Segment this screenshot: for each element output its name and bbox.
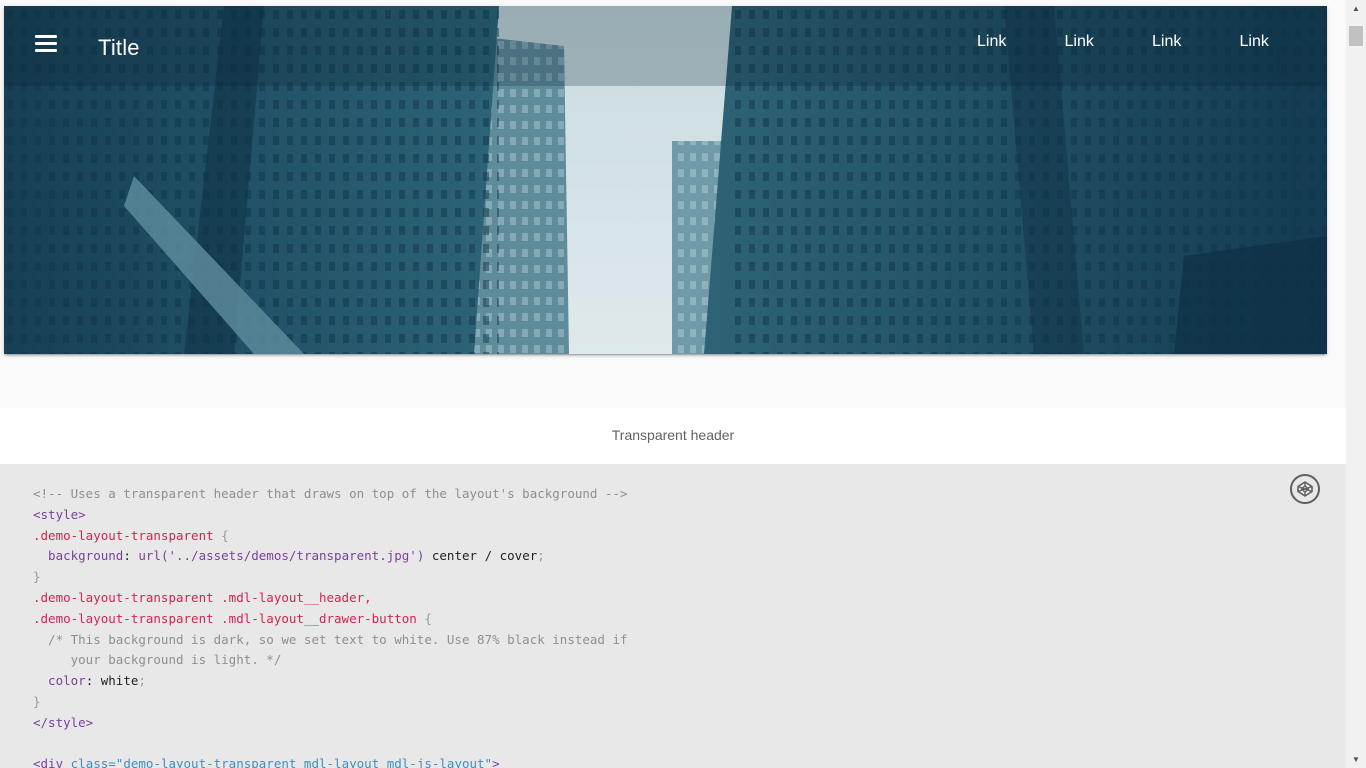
scroll-up-arrow-icon[interactable]: ▲ <box>1346 0 1366 17</box>
code-line: <style> <box>33 505 628 526</box>
code-token: ; <box>537 548 545 564</box>
code-line: } <box>33 692 628 713</box>
code-token: { <box>416 610 432 626</box>
code-token: .demo-layout-transparent .mdl-layout__he… <box>33 589 372 605</box>
code-token: url('../assets/demos/transparent.jpg') <box>138 548 425 564</box>
demo-caption: Transparent header <box>0 408 1346 464</box>
hamburger-menu-icon <box>35 35 57 38</box>
nav-link-3[interactable]: Link <box>1152 32 1240 64</box>
code-token: : white <box>85 673 139 689</box>
code-token: > <box>492 756 500 768</box>
code-line: <div class="demo-layout-transparent mdl-… <box>33 754 628 768</box>
code-block: <!-- Uses a transparent header that draw… <box>33 484 628 768</box>
scroll-down-arrow-icon[interactable]: ▼ <box>1346 751 1366 768</box>
code-token: } <box>33 693 41 709</box>
code-line: background: url('../assets/demos/transpa… <box>33 546 628 567</box>
hamburger-menu-icon-bar <box>35 49 57 52</box>
codepen-button[interactable] <box>1290 474 1320 504</box>
hamburger-menu-icon-bar <box>35 42 57 45</box>
code-token: : <box>123 548 139 564</box>
codepen-icon <box>1297 481 1313 497</box>
code-token: background <box>33 548 124 564</box>
layout-header: Title Link Link Link Link <box>4 6 1327 78</box>
code-line: color: white; <box>33 671 628 692</box>
demo-layout-transparent: Title Link Link Link Link <box>4 6 1327 354</box>
code-line: </style> <box>33 713 628 734</box>
code-token: .demo-layout-transparent .mdl-layout__dr… <box>33 610 417 626</box>
code-token: <style> <box>33 506 86 522</box>
code-snippet: <!-- Uses a transparent header that draw… <box>0 464 1346 768</box>
code-line: <!-- Uses a transparent header that draw… <box>33 484 628 505</box>
code-token: .demo-layout-transparent <box>33 527 214 543</box>
scrollbar-thumb[interactable] <box>1349 26 1363 46</box>
code-line: .demo-layout-transparent .mdl-layout__he… <box>33 588 628 609</box>
page: Title Link Link Link Link Transparent he… <box>0 0 1346 768</box>
code-token: /* This background is dark, so we set te… <box>33 631 628 647</box>
code-token: <!-- Uses a transparent header that draw… <box>33 486 628 501</box>
header-navigation: Link Link Link Link <box>977 32 1327 64</box>
nav-link-2[interactable]: Link <box>1065 32 1153 64</box>
code-token: center / cover <box>424 548 538 564</box>
code-token: } <box>33 569 41 585</box>
code-line: /* This background is dark, so we set te… <box>33 630 628 651</box>
code-line: your background is light. */ <box>33 650 628 671</box>
code-token: <div <box>33 756 71 768</box>
code-token: class="demo-layout-transparent mdl-layou… <box>70 756 493 768</box>
nav-link-4[interactable]: Link <box>1240 32 1328 64</box>
code-line: } <box>33 567 628 588</box>
code-line: .demo-layout-transparent .mdl-layout__dr… <box>33 609 628 630</box>
code-token: your background is light. */ <box>33 652 282 668</box>
nav-link-1[interactable]: Link <box>977 32 1065 64</box>
code-token: </style> <box>33 714 94 730</box>
code-token: { <box>213 527 229 543</box>
layout-title: Title <box>98 35 140 60</box>
page-scrollbar[interactable]: ▲ ▼ <box>1346 0 1366 768</box>
code-token: color <box>33 673 86 689</box>
drawer-menu-button[interactable] <box>30 28 62 60</box>
code-token: ; <box>138 673 146 689</box>
code-line: .demo-layout-transparent { <box>33 526 628 547</box>
